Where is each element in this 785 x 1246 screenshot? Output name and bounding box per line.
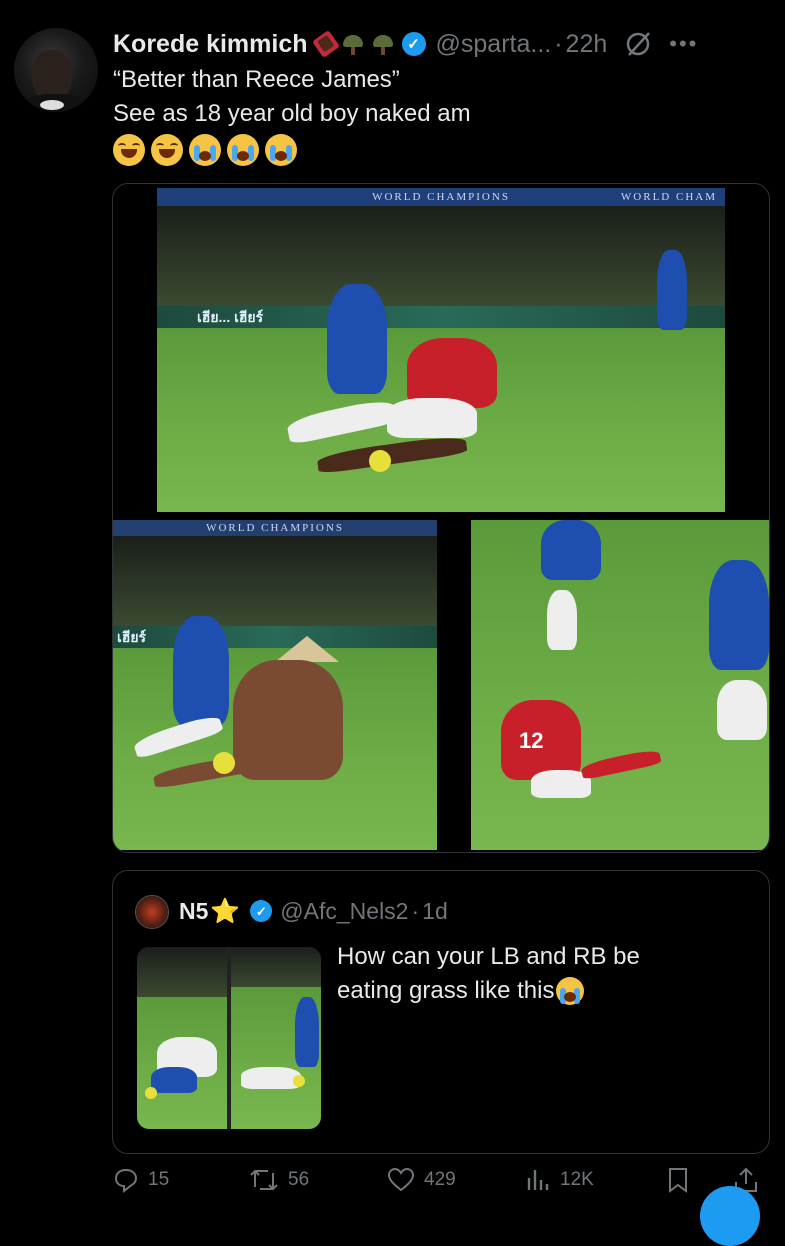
crowd-stands — [157, 206, 725, 306]
quoted-author-handle[interactable]: @Afc_Nels2 — [280, 898, 408, 925]
shirt-number: 12 — [519, 728, 544, 753]
star-emoji-icon: ⭐ — [210, 897, 241, 925]
quoted-tweet[interactable]: N5 ⭐ ✓ @Afc_Nels2 · 1d How can your LB a… — [112, 870, 770, 1154]
repost-count: 56 — [288, 1169, 310, 1190]
quoted-header: N5 ⭐ ✓ @Afc_Nels2 · 1d — [179, 895, 448, 927]
views-count: 12K — [560, 1169, 594, 1190]
background-player — [657, 250, 687, 330]
quoted-text-line1: How can your LB and RB be — [337, 943, 640, 970]
thumb-left-half — [137, 947, 227, 1129]
red-player-shorts — [387, 398, 477, 438]
reply-icon — [114, 1168, 138, 1194]
repost-button[interactable]: 56 — [248, 1166, 309, 1194]
military-helmet-icon — [370, 33, 396, 55]
blue-player — [327, 284, 387, 394]
heart-icon — [387, 1167, 415, 1192]
name-emojis — [311, 30, 396, 58]
reply-button[interactable]: 15 — [112, 1166, 169, 1194]
football — [145, 1087, 157, 1099]
straw-hat — [275, 636, 339, 662]
tweet-text-line1: “Better than Reece James” — [113, 66, 400, 93]
like-button[interactable]: 429 — [386, 1166, 456, 1194]
separator-dot: · — [411, 897, 420, 924]
tweet-media-image[interactable]: WORLD CHAMPIONS WORLD CHAM เฮีย... เฮียร… — [112, 183, 770, 853]
military-helmet-icon — [340, 33, 366, 55]
ad-board: เฮีย... เฮียร์ — [157, 306, 725, 328]
emoji-mouth — [159, 149, 175, 158]
compose-fab-button[interactable] — [700, 1186, 760, 1246]
emoji-tear — [248, 145, 254, 161]
author-avatar[interactable] — [14, 28, 98, 112]
tweet-text-line2: See as 18 year old boy naked am — [113, 100, 471, 127]
quoted-text-line2: eating grass like this — [337, 977, 585, 1005]
reply-count: 15 — [148, 1169, 170, 1190]
crying-face-emoji-icon — [265, 134, 297, 166]
thumb-right-half — [231, 947, 321, 1129]
blue-player — [295, 997, 319, 1067]
emoji-tear — [210, 145, 216, 161]
football — [369, 450, 391, 472]
white-player — [241, 1067, 301, 1089]
crying-face-emoji-icon — [189, 134, 221, 166]
media-panel-top: WORLD CHAMPIONS WORLD CHAM เฮีย... เฮียร… — [157, 188, 725, 512]
views-chart-icon — [527, 1170, 549, 1190]
bookmark-icon — [669, 1168, 687, 1193]
blue-player-legs — [547, 590, 577, 650]
tweet-actions-bar: 15 56 429 12K — [112, 1166, 772, 1200]
blue-player-legs — [717, 680, 767, 740]
blue-player — [173, 616, 229, 726]
like-count: 429 — [424, 1169, 456, 1190]
repost-icon — [250, 1169, 278, 1191]
media-banner: WORLD CHAMPIONS WORLD CHAM — [157, 188, 725, 206]
crowd-stands — [137, 947, 227, 997]
verified-badge-icon: ✓ — [250, 900, 273, 922]
blue-player — [151, 1067, 197, 1093]
quoted-media-thumbnail[interactable] — [137, 947, 321, 1129]
blue-player — [541, 520, 601, 580]
quoted-author-name[interactable]: N5 — [179, 898, 208, 925]
crowd-stands — [113, 536, 437, 626]
views-button[interactable]: 12K — [524, 1166, 594, 1194]
emoji-mouth — [121, 149, 137, 158]
laughing-tears-emoji-icon — [113, 134, 145, 166]
tweet-timestamp[interactable]: 22h — [566, 30, 608, 59]
football — [213, 752, 235, 774]
quoted-author-avatar[interactable] — [135, 895, 169, 929]
quoted-timestamp[interactable]: 1d — [422, 898, 448, 925]
avatar-highlight — [40, 100, 64, 110]
verified-badge-icon: ✓ — [401, 32, 426, 56]
quoted-text-line2-text: eating grass like this — [337, 977, 555, 1004]
media-panel-bottom-right: 12 — [471, 520, 769, 850]
tweet-header: Korede kimmich ✓ @sparta... · 22h ••• — [113, 26, 773, 62]
emoji-mouth — [199, 151, 211, 161]
separator-dot: · — [554, 29, 563, 58]
emoji-tear — [286, 145, 292, 161]
media-panel-bottom-left: WORLD CHAMPIONS เฮียร์ — [113, 520, 437, 850]
media-banner: WORLD CHAMPIONS — [113, 520, 437, 536]
blue-player — [709, 560, 769, 670]
laughing-tears-emoji-icon — [151, 134, 183, 166]
emoji-mouth — [275, 151, 287, 161]
grok-icon[interactable] — [623, 29, 653, 59]
bookmark-button[interactable] — [666, 1166, 690, 1194]
banner-text-right: WORLD CHAM — [620, 191, 717, 203]
banner-text: WORLD CHAMPIONS — [372, 191, 510, 203]
crowd-stands — [231, 947, 321, 987]
chocolate-emoji-icon — [311, 30, 340, 58]
author-handle[interactable]: @sparta... — [436, 30, 552, 59]
emoji-mouth — [237, 151, 249, 161]
crying-face-emoji-icon — [227, 134, 259, 166]
crying-face-emoji-icon — [556, 977, 585, 1005]
author-name[interactable]: Korede kimmich — [113, 30, 308, 59]
tweet-emoji-row — [113, 134, 297, 166]
more-options-icon[interactable]: ••• — [669, 31, 698, 57]
football — [293, 1075, 305, 1087]
